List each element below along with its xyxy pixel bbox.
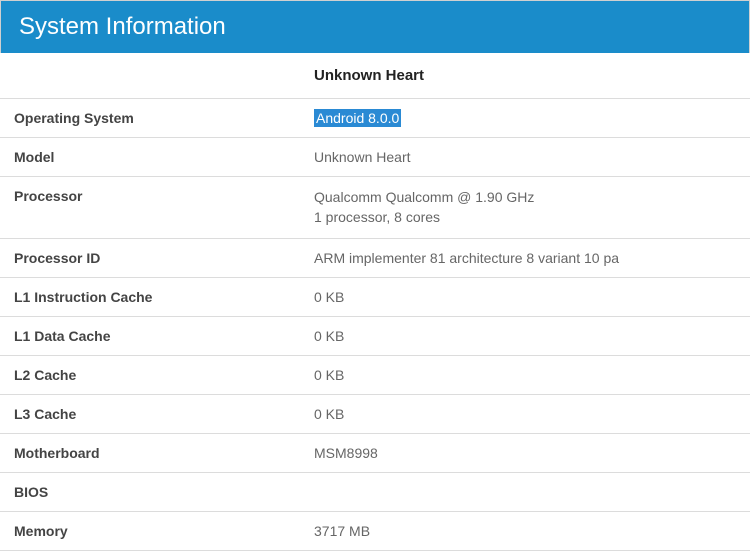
row-label: L1 Data Cache (0, 317, 300, 356)
table-row: Processor IDARM implementer 81 architect… (0, 239, 750, 278)
row-value: MSM8998 (300, 434, 750, 473)
row-label: Processor (0, 177, 300, 239)
table-row: MotherboardMSM8998 (0, 434, 750, 473)
row-label: BIOS (0, 473, 300, 512)
row-value (300, 473, 750, 512)
row-value: 3717 MB (300, 512, 750, 551)
table-row: L1 Data Cache0 KB (0, 317, 750, 356)
row-label: Motherboard (0, 434, 300, 473)
value-line: 1 processor, 8 cores (314, 208, 736, 228)
table-row: L2 Cache0 KB (0, 356, 750, 395)
row-value: 0 KB (300, 317, 750, 356)
panel-title: System Information (0, 0, 750, 53)
table-row: Operating System Android 8.0.0 (0, 99, 750, 138)
system-info-panel: System Information Unknown Heart Operati… (0, 0, 750, 551)
row-value: 0 KB (300, 278, 750, 317)
device-name-header: Unknown Heart (300, 53, 750, 99)
row-value: 0 KB (300, 356, 750, 395)
row-value: 0 KB (300, 395, 750, 434)
row-value: Qualcomm Qualcomm @ 1.90 GHz1 processor,… (300, 177, 750, 239)
table-row: L1 Instruction Cache0 KB (0, 278, 750, 317)
table-row: ProcessorQualcomm Qualcomm @ 1.90 GHz1 p… (0, 177, 750, 239)
row-label: L3 Cache (0, 395, 300, 434)
table-row: ModelUnknown Heart (0, 138, 750, 177)
system-info-table: Unknown Heart Operating System Android 8.… (0, 53, 750, 551)
value-line: Qualcomm Qualcomm @ 1.90 GHz (314, 188, 736, 208)
row-label: Operating System (0, 99, 300, 138)
table-header-row: Unknown Heart (0, 53, 750, 99)
row-value: ARM implementer 81 architecture 8 varian… (300, 239, 750, 278)
row-label: L1 Instruction Cache (0, 278, 300, 317)
row-label: Memory (0, 512, 300, 551)
highlighted-value: Android 8.0.0 (314, 109, 401, 127)
row-value: Android 8.0.0 (300, 99, 750, 138)
table-row: BIOS (0, 473, 750, 512)
row-label: L2 Cache (0, 356, 300, 395)
table-row: L3 Cache0 KB (0, 395, 750, 434)
row-value: Unknown Heart (300, 138, 750, 177)
header-blank (0, 53, 300, 99)
row-label: Processor ID (0, 239, 300, 278)
table-row: Memory3717 MB (0, 512, 750, 551)
row-label: Model (0, 138, 300, 177)
